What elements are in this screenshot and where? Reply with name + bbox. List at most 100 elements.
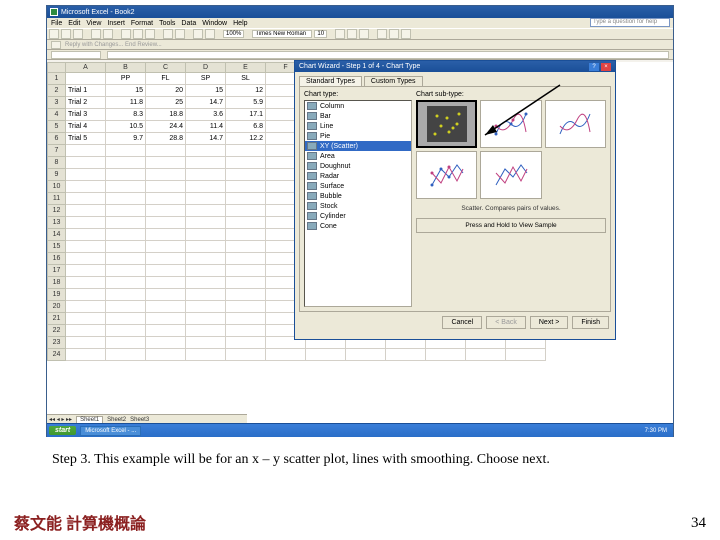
data-header[interactable]: FL — [146, 73, 186, 85]
cell[interactable] — [66, 241, 106, 253]
cell[interactable] — [346, 349, 386, 361]
cell[interactable]: 28.8 — [146, 133, 186, 145]
cell[interactable] — [146, 241, 186, 253]
row-header[interactable]: 19 — [48, 289, 66, 301]
tab-nav[interactable]: ◂◂ ◂ ▸ ▸▸ — [49, 416, 72, 423]
data-header[interactable]: SP — [186, 73, 226, 85]
chart-type-item[interactable]: Column — [305, 101, 411, 111]
cell[interactable] — [226, 181, 266, 193]
sheet-tab-3[interactable]: Sheet3 — [130, 417, 149, 423]
cell[interactable]: Trial 4 — [66, 121, 106, 133]
cell[interactable] — [106, 289, 146, 301]
cell[interactable] — [106, 217, 146, 229]
cell[interactable] — [226, 169, 266, 181]
cell[interactable] — [66, 313, 106, 325]
cell[interactable]: 18.8 — [146, 109, 186, 121]
cell[interactable] — [66, 193, 106, 205]
cell[interactable]: 20 — [146, 85, 186, 97]
paste-icon[interactable] — [145, 29, 155, 39]
data-header[interactable]: PP — [106, 73, 146, 85]
cell[interactable] — [66, 277, 106, 289]
align-center-icon[interactable] — [389, 29, 399, 39]
cell[interactable] — [226, 337, 266, 349]
cell[interactable] — [226, 289, 266, 301]
cell[interactable] — [186, 313, 226, 325]
undo-icon[interactable] — [163, 29, 173, 39]
cell[interactable] — [146, 313, 186, 325]
cell[interactable] — [186, 205, 226, 217]
cell[interactable] — [66, 253, 106, 265]
bold-icon[interactable] — [335, 29, 345, 39]
data-header[interactable]: SL — [226, 73, 266, 85]
open-icon[interactable] — [61, 29, 71, 39]
cell[interactable] — [106, 229, 146, 241]
cell[interactable] — [106, 337, 146, 349]
cell[interactable]: 8.3 — [106, 109, 146, 121]
cell[interactable] — [226, 193, 266, 205]
col-header[interactable]: A — [66, 63, 106, 73]
cell[interactable]: 12.2 — [226, 133, 266, 145]
cell[interactable] — [186, 157, 226, 169]
subtype-scatter-lines-markers[interactable] — [416, 151, 477, 199]
cell[interactable] — [146, 205, 186, 217]
cell[interactable] — [66, 289, 106, 301]
save-icon[interactable] — [73, 29, 83, 39]
row-header[interactable]: 23 — [48, 337, 66, 349]
row-header[interactable]: 22 — [48, 325, 66, 337]
cell[interactable] — [226, 241, 266, 253]
sheet-tab-1[interactable]: Sheet1 — [76, 416, 103, 423]
font-size-box[interactable]: 10 — [314, 30, 327, 38]
cell[interactable]: Trial 5 — [66, 133, 106, 145]
copy-icon[interactable] — [133, 29, 143, 39]
cell[interactable] — [186, 193, 226, 205]
cell[interactable] — [146, 301, 186, 313]
row-header[interactable]: 14 — [48, 229, 66, 241]
chart-type-item[interactable]: Doughnut — [305, 161, 411, 171]
cell[interactable] — [266, 349, 306, 361]
cell[interactable] — [146, 157, 186, 169]
chart-type-item[interactable]: Radar — [305, 171, 411, 181]
cell[interactable] — [186, 349, 226, 361]
row-header[interactable]: 16 — [48, 253, 66, 265]
row-header[interactable]: 9 — [48, 169, 66, 181]
cell[interactable] — [186, 337, 226, 349]
menu-window[interactable]: Window — [202, 20, 227, 27]
cell[interactable] — [186, 145, 226, 157]
cell[interactable] — [426, 349, 466, 361]
next-button[interactable]: Next > — [530, 316, 568, 329]
cell[interactable] — [106, 253, 146, 265]
subtype-scatter-markers[interactable] — [416, 100, 477, 148]
cell[interactable]: 15 — [106, 85, 146, 97]
align-left-icon[interactable] — [377, 29, 387, 39]
cell[interactable] — [186, 241, 226, 253]
cell[interactable]: 14.7 — [186, 133, 226, 145]
cell[interactable] — [146, 145, 186, 157]
col-header[interactable]: D — [186, 63, 226, 73]
cell[interactable]: 25 — [146, 97, 186, 109]
cell[interactable] — [66, 181, 106, 193]
cell[interactable] — [66, 145, 106, 157]
cell[interactable]: Trial 3 — [66, 109, 106, 121]
new-icon[interactable] — [49, 29, 59, 39]
chart-type-item[interactable]: Bar — [305, 111, 411, 121]
menu-file[interactable]: File — [51, 20, 62, 27]
row-header[interactable]: 5 — [48, 121, 66, 133]
cell[interactable]: Trial 1 — [66, 85, 106, 97]
redo-icon[interactable] — [175, 29, 185, 39]
cell[interactable] — [106, 157, 146, 169]
cancel-button[interactable]: Cancel — [442, 316, 482, 329]
cell[interactable] — [106, 145, 146, 157]
subtype-scatter-smooth[interactable] — [545, 100, 606, 148]
cell[interactable]: 3.6 — [186, 109, 226, 121]
cell[interactable] — [66, 157, 106, 169]
finish-button[interactable]: Finish — [572, 316, 609, 329]
cell[interactable] — [506, 349, 546, 361]
cell[interactable] — [186, 265, 226, 277]
cell[interactable] — [186, 277, 226, 289]
subtype-scatter-lines[interactable] — [480, 151, 541, 199]
row-header[interactable]: 8 — [48, 157, 66, 169]
row-header[interactable]: 6 — [48, 133, 66, 145]
cell[interactable] — [106, 277, 146, 289]
print-icon[interactable] — [91, 29, 101, 39]
cell[interactable] — [226, 277, 266, 289]
